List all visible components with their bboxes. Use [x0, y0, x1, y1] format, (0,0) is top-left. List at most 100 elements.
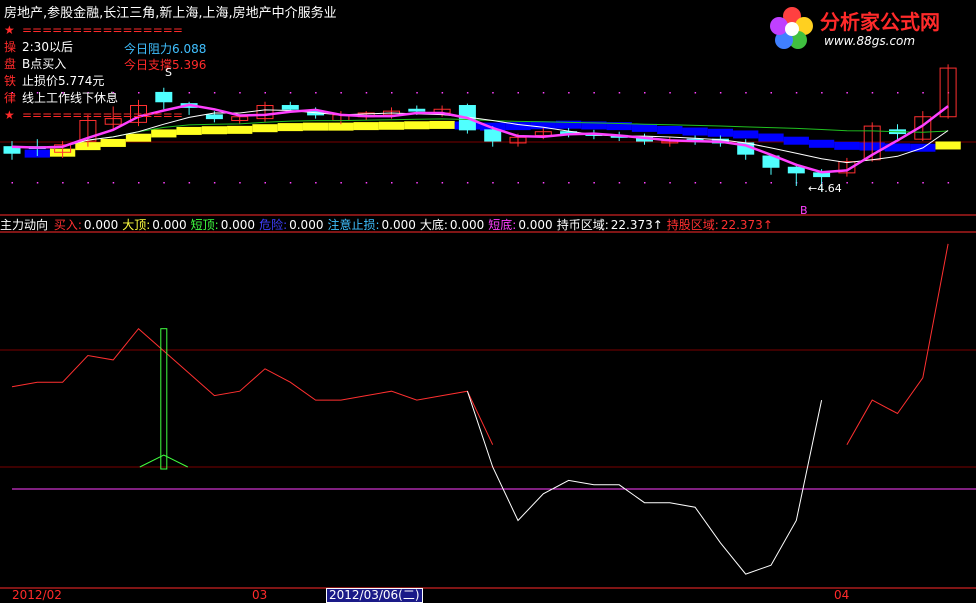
- indicator-label: 短底:: [488, 218, 517, 232]
- ribbon-segment: [935, 141, 961, 150]
- indicator-item: 短底: 0.000: [488, 218, 554, 232]
- rule-text: B点买入: [22, 57, 67, 71]
- guide-dot: [62, 182, 64, 184]
- rule-text: 止损价5.774元: [22, 74, 105, 88]
- candle-body: [205, 114, 223, 120]
- guide-dot: [542, 92, 545, 94]
- guide-dot: [568, 182, 570, 184]
- guide-dot: [416, 182, 418, 184]
- rule-tag: 操: [4, 40, 17, 54]
- guide-dot: [239, 92, 241, 94]
- guide-dot: [846, 92, 848, 94]
- indicator-value: 22.373↑: [720, 218, 773, 232]
- rule-row: 操 2:30以后: [4, 39, 73, 55]
- guide-dot: [188, 182, 191, 184]
- indicator-label: 大顶:: [122, 218, 151, 232]
- indicator-item: 危险: 0.000: [259, 218, 325, 232]
- guide-dot: [871, 92, 874, 94]
- ribbon-segment: [404, 121, 430, 130]
- guide-dot: [517, 182, 519, 184]
- guide-dot: [922, 182, 924, 184]
- osc-white-line: [466, 391, 823, 575]
- rule-row: 铁止损价5.774元: [4, 73, 104, 89]
- rule-text: 线上工作线下休息: [22, 91, 119, 105]
- candle-body: [787, 166, 805, 174]
- indicator-label: 持币区域:: [556, 218, 609, 232]
- indicator-item: 短顶: 0.000: [191, 218, 257, 232]
- guide-dot: [517, 92, 519, 94]
- guide-dot: [239, 182, 241, 184]
- rule-text: 2:30以后: [22, 40, 73, 54]
- indicator-label: 买入:: [53, 218, 82, 232]
- guide-dot: [315, 182, 317, 184]
- candle-body: [408, 108, 426, 112]
- guide-dot: [441, 92, 444, 94]
- chart-canvas: [0, 64, 976, 589]
- guide-dot: [922, 92, 924, 94]
- date-label-mar: 03: [252, 588, 268, 602]
- guide-dot: [618, 182, 621, 184]
- indicator-label: 持股区域:: [666, 218, 719, 232]
- ribbon-segment: [808, 139, 835, 148]
- selected-date[interactable]: 2012/03/06(二): [326, 588, 423, 603]
- indicator-value: 0.000: [518, 218, 553, 232]
- guide-dot: [466, 182, 469, 184]
- indicator-value: 0.000: [381, 218, 416, 232]
- oscillator: [11, 243, 949, 575]
- osc-red-line: [11, 243, 949, 445]
- low-price-marker: ←4.64: [808, 182, 842, 195]
- guide-dot: [871, 182, 874, 184]
- sell-marker: S: [165, 66, 172, 79]
- ribbon-segment: [176, 126, 202, 135]
- ribbon-segment: [834, 141, 860, 150]
- indicator-value: 0.000: [83, 218, 119, 232]
- ribbon-segment: [151, 129, 177, 138]
- indicator-legend: 主力动向 买入: 0.000 大顶: 0.000 短顶: 0.000 危险: 0.000 注意止…: [0, 218, 777, 232]
- guide-dot: [340, 182, 342, 184]
- indicator-value: 0.000: [220, 218, 256, 232]
- guide-dot: [719, 182, 722, 184]
- indicator-value: 22.373↑: [610, 218, 663, 232]
- ribbon-segment: [429, 120, 455, 129]
- indicator-label: 短顶:: [190, 218, 219, 232]
- guide-dot: [897, 92, 899, 94]
- rule-tag: ★: [4, 23, 15, 37]
- guide-dot: [11, 182, 13, 184]
- ribbon-segment: [227, 125, 253, 134]
- ribbon-segment: [252, 124, 278, 133]
- resistance-level: 今日阻力6.088: [124, 42, 207, 56]
- guide-dot: [795, 92, 798, 94]
- guide-dot: [138, 92, 140, 94]
- date-axis: 2012/02 03 2012/03/06(二) 04: [0, 588, 976, 603]
- flower-logo-icon: [770, 7, 813, 49]
- site-logo[interactable]: 分析家公式网 www.88gs.com: [768, 4, 968, 52]
- guide-dot: [391, 92, 393, 94]
- guide-dot: [593, 92, 595, 94]
- guide-dot: [593, 182, 595, 184]
- indicator-label: 注意止损:: [327, 218, 380, 232]
- indicator-label: 危险:: [259, 218, 288, 232]
- guide-dot: [289, 182, 292, 184]
- ribbon-segment: [302, 122, 329, 131]
- indicator-item: 持币区域: 22.373↑: [557, 218, 665, 232]
- guide-dot: [745, 92, 747, 94]
- rule-tag: ★: [4, 108, 15, 122]
- indicator-name: 主力动向: [0, 218, 49, 232]
- guide-dot: [694, 182, 697, 184]
- ribbon-segment: [125, 133, 152, 142]
- date-label-feb: 2012/02: [12, 588, 62, 602]
- guide-dot: [745, 182, 747, 184]
- guide-dot: [947, 182, 950, 184]
- guide-dot: [542, 182, 545, 184]
- guide-dot: [163, 182, 165, 184]
- rule-tag: 铁: [4, 74, 17, 88]
- guide-dot: [669, 182, 671, 184]
- indicator-item: 持股区域: 22.373↑: [667, 218, 775, 232]
- indicator-value: 0.000: [152, 218, 187, 232]
- guide-dot: [770, 182, 772, 184]
- rule-row: 律线上工作线下休息: [4, 90, 118, 106]
- guide-dot: [391, 182, 393, 184]
- guide-dot: [618, 92, 621, 94]
- ribbon-segment: [657, 125, 683, 134]
- indicator-value: 0.000: [449, 218, 485, 232]
